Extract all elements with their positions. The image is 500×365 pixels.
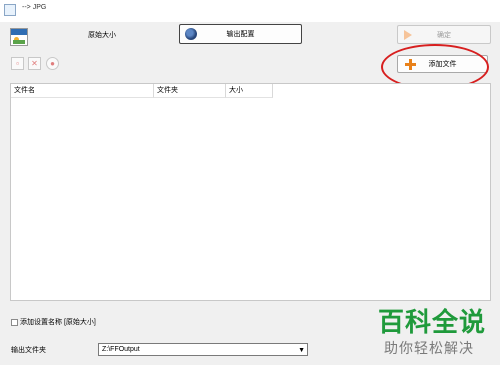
- app-icon: [4, 4, 16, 16]
- dropdown-arrow-icon[interactable]: ▼: [298, 345, 305, 356]
- ok-label: 确定: [437, 31, 451, 39]
- arrow-right-icon: [404, 30, 412, 40]
- column-header-size[interactable]: 大小: [226, 84, 273, 98]
- column-header-folder[interactable]: 文件夹: [154, 84, 226, 98]
- output-folder-value: Z:\FFOutput: [102, 346, 140, 353]
- add-page-icon[interactable]: ▫: [11, 57, 24, 70]
- output-settings-button[interactable]: 输出配置: [179, 24, 302, 44]
- watermark-subtitle: 助你轻松解决: [384, 340, 474, 356]
- add-setting-name-checkbox[interactable]: [11, 318, 18, 326]
- delete-icon[interactable]: ✕: [28, 57, 41, 70]
- add-setting-name-label: 添加设置名称 [原始大小]: [20, 319, 96, 326]
- window-title: --> JPG: [22, 4, 47, 11]
- watermark-title: 百科全说: [378, 307, 487, 337]
- file-list[interactable]: 文件名 文件夹 大小: [10, 83, 491, 301]
- add-setting-name-option[interactable]: 添加设置名称 [原始大小]: [11, 317, 96, 327]
- clear-icon[interactable]: ●: [46, 57, 59, 70]
- size-label: 原始大小: [88, 32, 116, 39]
- ok-button[interactable]: 确定: [397, 25, 491, 44]
- title-bar: --> JPG: [0, 0, 500, 22]
- jpg-image-icon: [10, 28, 28, 46]
- settings-globe-icon: [185, 28, 197, 40]
- output-folder-label: 输出文件夹: [11, 347, 46, 354]
- column-header-filename[interactable]: 文件名: [11, 84, 154, 98]
- output-settings-label: 输出配置: [226, 31, 255, 38]
- output-folder-select[interactable]: Z:\FFOutput ▼: [98, 343, 308, 356]
